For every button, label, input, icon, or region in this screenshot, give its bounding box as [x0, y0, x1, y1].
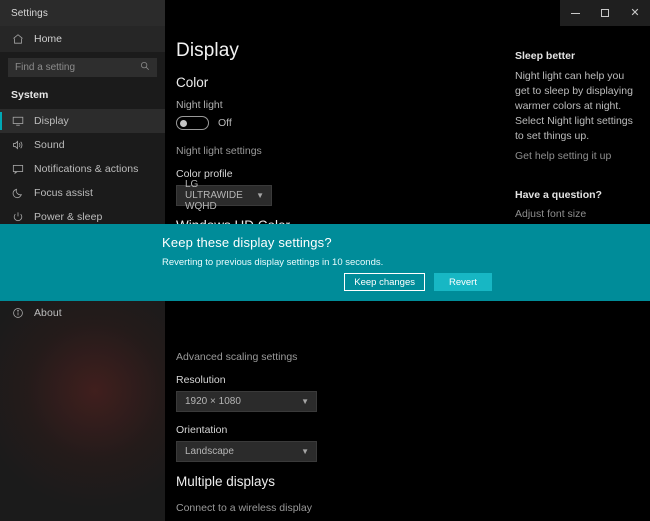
resolution-dropdown[interactable]: 1920 × 1080 ▼ — [176, 390, 317, 412]
sidebar-item-label: About — [34, 307, 62, 319]
sidebar-home-label: Home — [34, 33, 63, 45]
resolution-label: Resolution — [176, 373, 226, 386]
get-help-link[interactable]: Get help setting it up — [515, 150, 640, 162]
color-section-heading: Color — [176, 75, 209, 90]
sidebar-item-label: Sound — [34, 139, 65, 151]
sidebar-item-notifications[interactable]: Notifications & actions — [0, 157, 165, 181]
chevron-down-icon: ▼ — [301, 446, 309, 456]
home-icon — [11, 32, 25, 46]
moon-icon — [11, 186, 25, 200]
settings-window: Settings ✕ Home Find a setting System Di… — [0, 0, 650, 521]
chevron-down-icon: ▼ — [256, 191, 264, 200]
sleep-better-heading: Sleep better — [515, 50, 576, 62]
night-light-settings-link[interactable]: Night light settings — [176, 145, 262, 157]
search-icon — [140, 61, 150, 74]
color-profile-dropdown[interactable]: LG ULTRAWIDE WQHD ▼ — [176, 179, 272, 212]
sidebar-item-label: Display — [34, 115, 69, 127]
search-placeholder-text: Find a setting — [15, 62, 76, 73]
minimize-icon — [570, 12, 580, 14]
night-light-state: Off — [218, 117, 232, 129]
sidebar-item-label: Power & sleep — [34, 211, 103, 223]
info-icon — [11, 306, 25, 320]
have-a-question-heading: Have a question? — [515, 188, 602, 201]
multiple-displays-heading: Multiple displays — [176, 473, 276, 489]
title-bar: Settings ✕ — [0, 0, 650, 26]
power-icon — [11, 210, 25, 224]
night-light-label: Night light — [176, 99, 223, 111]
speaker-icon — [11, 138, 25, 152]
sidebar-item-label: Notifications & actions — [34, 163, 139, 175]
sidebar-item-focus-assist[interactable]: Focus assist — [0, 181, 165, 205]
close-button[interactable]: ✕ — [620, 0, 650, 26]
sidebar-item-home[interactable]: Home — [0, 26, 165, 52]
orientation-label: Orientation — [176, 423, 228, 436]
sleep-better-paragraph: Night light can help you get to sleep by… — [515, 70, 633, 142]
night-light-toggle[interactable] — [176, 116, 209, 130]
search-input[interactable]: Find a setting — [8, 58, 157, 77]
help-panel-spacer — [515, 169, 640, 189]
wireless-display-link[interactable]: Connect to a wireless display — [176, 502, 312, 514]
night-light-toggle-row: Off — [176, 116, 505, 130]
dialog-actions: Keep changes Revert — [344, 273, 492, 291]
resolution-value: 1920 × 1080 — [185, 395, 241, 407]
title-bar-left: Settings — [0, 0, 165, 26]
notification-icon — [11, 162, 25, 176]
color-profile-value: LG ULTRAWIDE WQHD — [185, 179, 243, 212]
search-container: Find a setting — [0, 52, 165, 86]
dialog-subtitle: Reverting to previous display settings i… — [162, 257, 384, 268]
window-title: Settings — [11, 7, 48, 19]
window-controls: ✕ — [560, 0, 650, 26]
sidebar-item-label: Focus assist — [34, 187, 93, 199]
sidebar-item-about[interactable]: About — [0, 301, 165, 325]
close-icon: ✕ — [630, 6, 640, 19]
keep-display-settings-dialog: Keep these display settings? Reverting t… — [0, 224, 650, 301]
maximize-icon — [601, 9, 609, 17]
revert-button[interactable]: Revert — [434, 273, 492, 291]
minimize-button[interactable] — [560, 0, 590, 26]
sidebar-section-header: System — [11, 89, 49, 101]
advanced-scaling-settings-link[interactable]: Advanced scaling settings — [176, 351, 297, 363]
dialog-title: Keep these display settings? — [162, 235, 332, 250]
page-title: Display — [176, 40, 239, 61]
title-bar-drag-area[interactable] — [165, 0, 560, 26]
sidebar-item-display[interactable]: Display — [0, 109, 165, 133]
sidebar-item-sound[interactable]: Sound — [0, 133, 165, 157]
orientation-dropdown[interactable]: Landscape ▼ — [176, 440, 317, 462]
toggle-knob — [180, 120, 187, 127]
maximize-button[interactable] — [590, 0, 620, 26]
monitor-icon — [11, 114, 25, 128]
chevron-down-icon: ▼ — [301, 396, 309, 406]
orientation-value: Landscape — [185, 445, 234, 457]
keep-changes-button[interactable]: Keep changes — [344, 273, 425, 291]
help-link-adjust-font-size[interactable]: Adjust font size — [515, 208, 640, 220]
